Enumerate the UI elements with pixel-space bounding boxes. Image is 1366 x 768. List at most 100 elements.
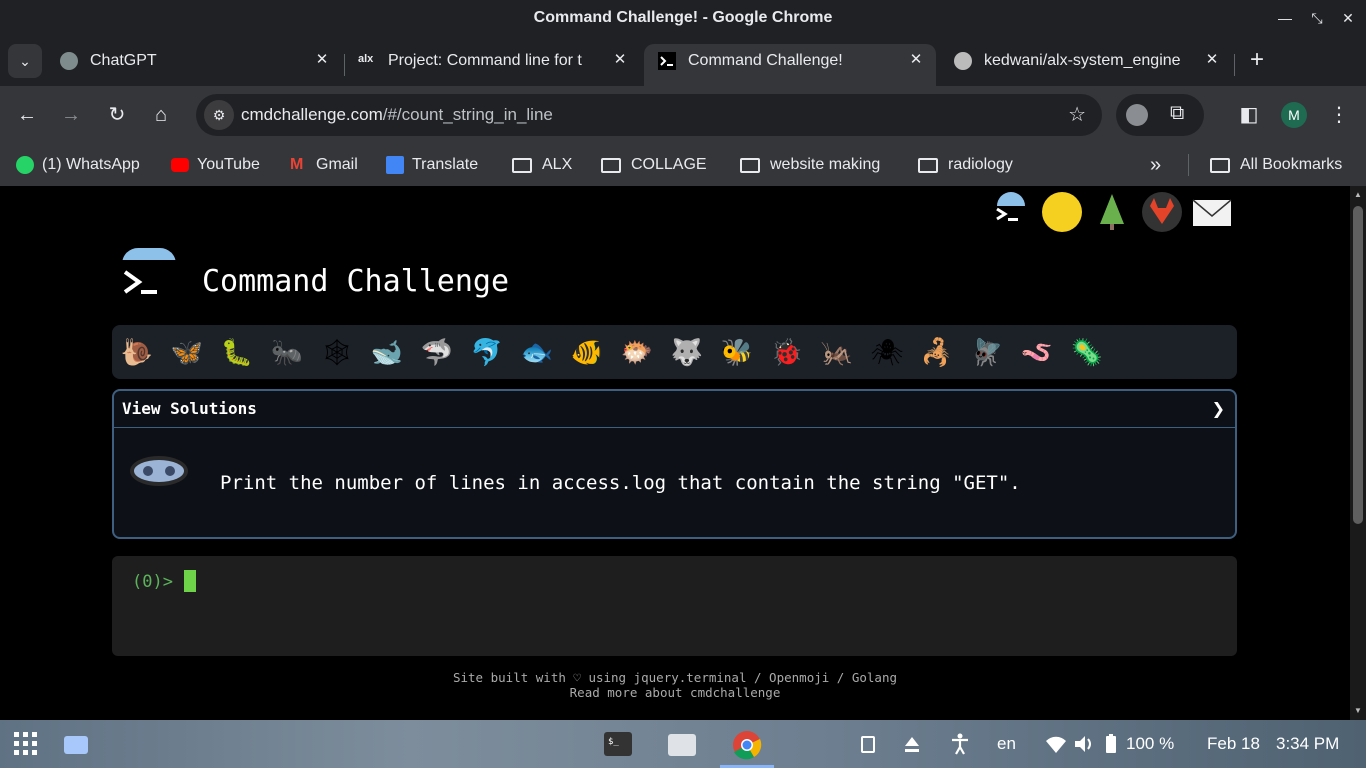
translate-icon bbox=[386, 156, 404, 174]
site-info-icon[interactable]: ⚙ bbox=[204, 100, 234, 130]
challenge-animal-icon[interactable]: 🦈 bbox=[420, 335, 454, 369]
cmdchallenge-home-icon[interactable] bbox=[991, 192, 1031, 232]
tab-label: ChatGPT bbox=[90, 52, 157, 69]
close-window-icon[interactable]: ✕ bbox=[1338, 8, 1358, 28]
battery-percent[interactable]: 100 % bbox=[1126, 734, 1174, 754]
time-text[interactable]: 3:34 PM bbox=[1276, 734, 1339, 754]
challenge-animal-icon[interactable]: 🐟 bbox=[520, 335, 554, 369]
challenge-animal-icon[interactable]: 🐠 bbox=[570, 335, 604, 369]
extension-icon[interactable] bbox=[1126, 104, 1148, 126]
date-text[interactable]: Feb 18 bbox=[1207, 734, 1260, 754]
tab-close-icon[interactable]: ✕ bbox=[906, 50, 926, 70]
scroll-thumb[interactable] bbox=[1353, 206, 1363, 524]
bookmark-star-icon[interactable]: ☆ bbox=[1068, 102, 1086, 127]
bookmark-folder-radiology[interactable]: radiology bbox=[918, 153, 1013, 177]
footer-credits[interactable]: Site built with ♡ using jquery.terminal … bbox=[0, 670, 1350, 685]
chrome-app-icon[interactable] bbox=[732, 730, 762, 760]
tab-chatgpt[interactable]: ChatGPT ✕ bbox=[46, 44, 342, 86]
terminal-app-icon[interactable]: $_ bbox=[604, 730, 632, 758]
minimize-icon[interactable]: — bbox=[1275, 8, 1295, 28]
volume-icon[interactable] bbox=[1070, 730, 1098, 758]
challenge-animal-icon[interactable]: 🐺 bbox=[670, 335, 704, 369]
terminal-icon bbox=[658, 52, 676, 70]
bookmark-folder-website[interactable]: website making bbox=[740, 153, 880, 177]
profile-avatar[interactable]: M bbox=[1281, 102, 1307, 128]
challenge-animal-icon[interactable]: 🪱 bbox=[1020, 335, 1054, 369]
challenge-animal-icon[interactable]: 🐝 bbox=[720, 335, 754, 369]
terminal[interactable]: (0)> bbox=[112, 556, 1237, 656]
bookmark-translate[interactable]: Translate bbox=[386, 153, 478, 177]
tab-close-icon[interactable]: ✕ bbox=[1202, 50, 1222, 70]
all-bookmarks-button[interactable]: All Bookmarks bbox=[1210, 153, 1342, 177]
tab-close-icon[interactable]: ✕ bbox=[610, 50, 630, 70]
files-app-icon[interactable] bbox=[668, 730, 696, 758]
bookmark-label: Gmail bbox=[316, 156, 358, 173]
tab-github[interactable]: kedwani/alx-system_engine ✕ bbox=[940, 44, 1232, 86]
launcher-icon[interactable] bbox=[12, 730, 40, 758]
bookmark-label: website making bbox=[770, 156, 881, 173]
challenge-animal-icon[interactable]: 🦗 bbox=[820, 335, 854, 369]
tab-command-challenge[interactable]: Command Challenge! ✕ bbox=[644, 44, 936, 86]
challenge-animal-icon[interactable]: 🦂 bbox=[920, 335, 954, 369]
puzzle-icon[interactable]: ⧉ bbox=[1170, 102, 1184, 125]
extensions-area: ⧉ bbox=[1116, 94, 1204, 136]
challenge-animal-icon[interactable]: 🐜 bbox=[270, 335, 304, 369]
scroll-down-icon[interactable]: ▼ bbox=[1353, 706, 1363, 715]
tab-search-button[interactable]: ⌄ bbox=[8, 44, 42, 78]
accessibility-icon[interactable] bbox=[946, 730, 974, 758]
gitlab-icon[interactable] bbox=[1142, 192, 1182, 232]
terminal-cursor[interactable] bbox=[184, 570, 196, 592]
bookmark-folder-collage[interactable]: COLLAGE bbox=[601, 153, 707, 177]
tab-label: kedwani/alx-system_engine bbox=[984, 52, 1181, 69]
address-bar[interactable]: ⚙ cmdchallenge.com/#/count_string_in_lin… bbox=[196, 94, 1102, 136]
challenge-animal-icon[interactable]: 🐡 bbox=[620, 335, 654, 369]
eject-icon[interactable] bbox=[898, 730, 926, 758]
challenge-animal-icon[interactable]: 🪰 bbox=[970, 335, 1004, 369]
bookmark-youtube[interactable]: YouTube bbox=[171, 153, 260, 177]
scroll-up-icon[interactable]: ▲ bbox=[1353, 190, 1363, 199]
view-solutions-toggle[interactable]: View Solutions ❯ bbox=[114, 391, 1235, 428]
overview-icon[interactable] bbox=[62, 730, 90, 758]
menu-icon[interactable]: ⋮ bbox=[1324, 100, 1354, 130]
folder-icon bbox=[918, 157, 938, 173]
clipboard-icon[interactable] bbox=[854, 730, 882, 758]
restore-icon[interactable]: ⤡ bbox=[1307, 8, 1327, 28]
battery-icon[interactable] bbox=[1100, 730, 1128, 758]
reload-icon[interactable]: ↻ bbox=[102, 100, 132, 130]
terminal-prompt: (0)> bbox=[132, 572, 173, 592]
tree-icon[interactable] bbox=[1092, 192, 1132, 232]
home-icon[interactable]: ⌂ bbox=[146, 100, 176, 130]
challenge-animal-icon[interactable]: 🕷 bbox=[870, 335, 904, 369]
page-scrollbar[interactable]: ▲ ▼ bbox=[1350, 186, 1366, 720]
challenge-animal-icon[interactable]: 🕸 bbox=[320, 335, 354, 369]
tab-close-icon[interactable]: ✕ bbox=[312, 50, 332, 70]
back-icon[interactable]: ← bbox=[12, 100, 42, 130]
browser-toolbar: ← → ↻ ⌂ ⚙ cmdchallenge.com/#/count_strin… bbox=[0, 86, 1366, 144]
tab-label: Command Challenge! bbox=[688, 52, 843, 69]
challenge-animal-icon[interactable]: 🐋 bbox=[370, 335, 404, 369]
bookmark-gmail[interactable]: M Gmail bbox=[290, 153, 358, 177]
new-tab-button[interactable]: + bbox=[1244, 48, 1270, 74]
mail-icon[interactable] bbox=[1192, 192, 1232, 232]
input-language[interactable]: en bbox=[997, 734, 1016, 754]
task-description: Print the number of lines in access.log … bbox=[220, 472, 1021, 494]
page-content: Command Challenge 🐌 🦋 🐛 🐜 🕸 🐋 🦈 🐬 🐟 🐠 🐡 🐺 🐝 🐞 🦗 🕷 🦂 🪰 🪱 🦠 V… bbox=[0, 186, 1350, 720]
challenge-animal-icon[interactable]: 🐌 bbox=[120, 335, 154, 369]
wifi-icon[interactable] bbox=[1042, 730, 1070, 758]
window-title: Command Challenge! - Google Chrome bbox=[533, 9, 833, 26]
shushing-face-icon[interactable] bbox=[1042, 192, 1082, 232]
bookmark-folder-alx[interactable]: ALX bbox=[512, 153, 572, 177]
forward-icon[interactable]: → bbox=[56, 100, 86, 130]
challenge-animal-icon[interactable]: 🐬 bbox=[470, 335, 504, 369]
side-panel-icon[interactable]: ◧ bbox=[1234, 100, 1264, 130]
challenge-animal-icon[interactable]: 🐞 bbox=[770, 335, 804, 369]
bookmark-whatsapp[interactable]: (1) WhatsApp bbox=[16, 153, 140, 177]
challenge-animal-icon[interactable]: 🦋 bbox=[170, 335, 204, 369]
url-text[interactable]: cmdchallenge.com/#/count_string_in_line bbox=[241, 105, 553, 125]
challenge-animal-icon[interactable]: 🐛 bbox=[220, 335, 254, 369]
more-bookmarks-icon[interactable]: » bbox=[1150, 153, 1161, 177]
challenge-animal-icon[interactable]: 🦠 bbox=[1070, 335, 1104, 369]
read-more-link[interactable]: Read more about cmdchallenge bbox=[0, 685, 1350, 700]
tab-alx-project[interactable]: alx Project: Command line for t ✕ bbox=[344, 44, 640, 86]
window-title-bar: Command Challenge! - Google Chrome — ⤡ ✕ bbox=[0, 0, 1366, 36]
